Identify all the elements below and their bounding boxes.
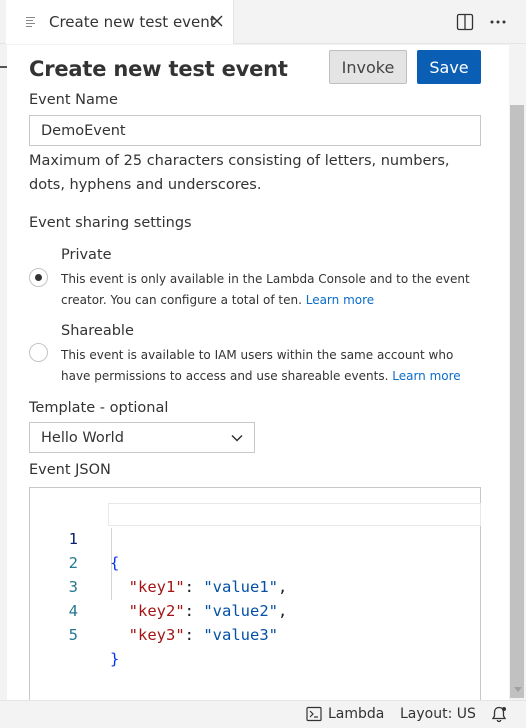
- option-private-title: Private: [61, 247, 112, 263]
- save-button[interactable]: Save: [417, 50, 481, 84]
- code-line: 2 "key1": "value1",: [30, 527, 480, 596]
- status-bar: Lambda Layout: US: [0, 700, 526, 728]
- code-line: 5 }: [30, 599, 480, 668]
- test-event-form: Create new test event Invoke Save Event …: [7, 45, 509, 700]
- chevron-down-icon: [231, 434, 243, 442]
- tab-create-new-test-event[interactable]: Create new test event: [6, 0, 234, 44]
- status-layout-label: Layout: US: [400, 706, 476, 722]
- option-private-description: This event is only available in the Lamb…: [61, 272, 470, 307]
- close-icon[interactable]: [208, 12, 226, 30]
- line-number: 5: [68, 626, 78, 644]
- template-label: Template - optional: [29, 400, 169, 416]
- code-line: 3 "key2": "value2",: [30, 551, 480, 620]
- event-name-hint: Maximum of 25 characters consisting of l…: [29, 153, 450, 193]
- event-name-label: Event Name: [29, 92, 118, 108]
- scroll-down-arrow-icon[interactable]: [514, 687, 522, 692]
- scrollbar-thumb[interactable]: [510, 105, 524, 698]
- code-line: 4 "key3": "value3": [30, 575, 480, 644]
- event-json-editor[interactable]: 1 { 2 "key1": "value1", 3 "key2": "value…: [29, 487, 481, 700]
- learn-more-link-private[interactable]: Learn more: [306, 293, 374, 307]
- event-name-value: DemoEvent: [41, 122, 126, 139]
- file-lines-icon: [26, 17, 35, 27]
- sharing-settings-label: Event sharing settings: [29, 215, 192, 231]
- tab-title: Create new test event: [49, 13, 216, 31]
- learn-more-link-shareable[interactable]: Learn more: [392, 369, 460, 383]
- radio-private[interactable]: [29, 268, 48, 287]
- page-title: Create new test event: [29, 57, 288, 81]
- code-line: 1 {: [30, 503, 480, 572]
- notification-bell-icon[interactable]: [490, 705, 508, 723]
- template-select[interactable]: Hello World: [29, 422, 255, 453]
- template-selected-value: Hello World: [41, 429, 124, 446]
- status-lambda[interactable]: Lambda: [306, 706, 384, 722]
- invoke-button[interactable]: Invoke: [329, 50, 407, 84]
- option-shareable-description: This event is available to IAM users wit…: [61, 348, 461, 383]
- event-name-input[interactable]: DemoEvent: [29, 115, 481, 146]
- status-lambda-label: Lambda: [328, 706, 385, 722]
- status-keyboard-layout[interactable]: Layout: US: [400, 706, 476, 722]
- option-shareable-title: Shareable: [61, 323, 134, 339]
- radio-shareable[interactable]: [29, 343, 48, 362]
- vertical-scrollbar[interactable]: [509, 45, 526, 700]
- terminal-icon: [306, 706, 322, 722]
- panel-edge-marker: [0, 66, 7, 68]
- more-actions-icon[interactable]: [488, 12, 508, 32]
- event-json-label: Event JSON: [29, 462, 111, 478]
- split-editor-icon[interactable]: [456, 13, 474, 31]
- editor-tab-bar: Create new test event: [0, 0, 526, 44]
